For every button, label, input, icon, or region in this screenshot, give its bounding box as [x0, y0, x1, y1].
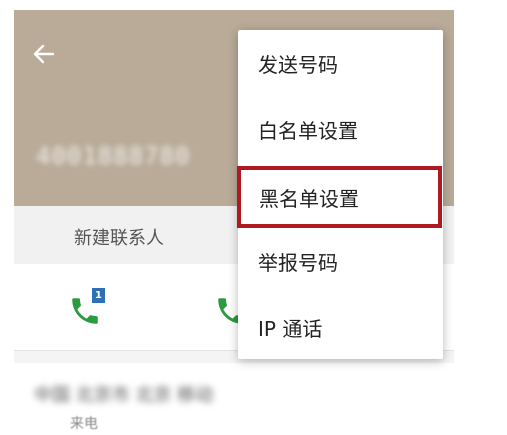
- menu-item-whitelist-settings[interactable]: 白名单设置: [238, 96, 443, 162]
- status-bar: [14, 0, 454, 10]
- menu-item-blacklist-settings[interactable]: 黑名单设置: [237, 166, 442, 228]
- new-contact-button[interactable]: 新建联系人: [74, 224, 164, 250]
- sim-badge: 1: [92, 288, 105, 303]
- overflow-menu: 发送号码 白名单设置 黑名单设置 举报号码 IP 通话: [237, 30, 443, 360]
- menu-item-send-number[interactable]: 发送号码: [238, 30, 443, 96]
- number-location: 中国 北京市 北京 移动: [34, 385, 214, 406]
- phone-number: 4001888780: [36, 142, 191, 170]
- back-button[interactable]: [26, 36, 62, 72]
- call-sim1-button[interactable]: 1: [68, 288, 112, 332]
- menu-item-report-number[interactable]: 举报号码: [238, 228, 443, 294]
- call-type-label: 来电: [70, 416, 98, 432]
- arrow-left-icon: [33, 44, 55, 64]
- menu-item-ip-call[interactable]: IP 通话: [238, 294, 443, 360]
- number-info-row[interactable]: 中国 北京市 北京 移动 来电: [14, 363, 454, 435]
